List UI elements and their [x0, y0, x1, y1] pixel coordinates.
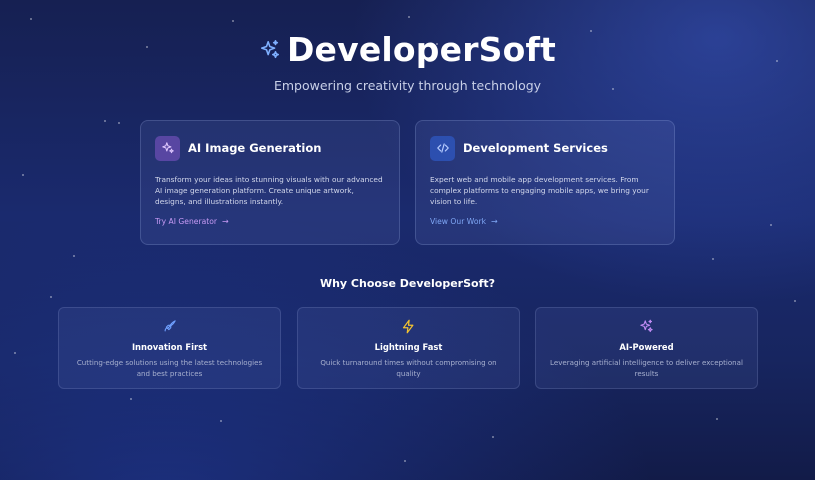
brand: DeveloperSoft	[0, 28, 815, 70]
link-label: View Our Work	[430, 217, 486, 226]
sparkles-icon-badge	[155, 135, 180, 161]
view-our-work-link[interactable]: View Our Work →	[430, 217, 660, 226]
lightning-icon	[402, 319, 414, 334]
service-card-development: Development Services Expert web and mobi…	[415, 120, 675, 245]
hero-header: DeveloperSoft Empowering creativity thro…	[0, 28, 815, 93]
brand-title: DeveloperSoft	[286, 29, 557, 69]
why-choose-heading: Why Choose DeveloperSoft?	[319, 277, 496, 290]
sparkles-icon	[260, 40, 279, 59]
service-description: Expert web and mobile app development se…	[430, 175, 649, 206]
feature-description: Quick turnaround times without compromis…	[320, 358, 497, 378]
rocket-icon	[164, 320, 176, 332]
arrow-right-icon: →	[491, 217, 498, 226]
feature-title: AI-Powered	[619, 342, 674, 352]
feature-card-ai-powered: AI-Powered Leveraging artificial intelli…	[535, 307, 758, 389]
sparkles-icon	[161, 142, 174, 154]
tagline: Empowering creativity through technology	[273, 78, 542, 93]
service-description: Transform your ideas into stunning visua…	[155, 175, 383, 206]
feature-description: Leveraging artificial intelligence to de…	[550, 358, 743, 378]
service-title: Development Services	[463, 141, 608, 155]
feature-card-innovation: Innovation First Cutting-edge solutions …	[58, 307, 281, 389]
feature-title: Innovation First	[131, 342, 208, 352]
feature-card-lightning: Lightning Fast Quick turnaround times wi…	[297, 307, 520, 389]
feature-description: Cutting-edge solutions using the latest …	[76, 358, 263, 378]
link-label: Try AI Generator	[155, 217, 217, 226]
feature-title: Lightning Fast	[374, 342, 443, 352]
code-icon	[436, 143, 449, 153]
service-card-ai-image: AI Image Generation Transform your ideas…	[140, 120, 400, 245]
arrow-right-icon: →	[221, 217, 229, 226]
service-title: AI Image Generation	[188, 141, 322, 155]
code-icon-badge	[430, 135, 455, 161]
try-ai-generator-link[interactable]: Try AI Generator →	[155, 217, 385, 226]
sparkles-icon	[640, 319, 653, 333]
